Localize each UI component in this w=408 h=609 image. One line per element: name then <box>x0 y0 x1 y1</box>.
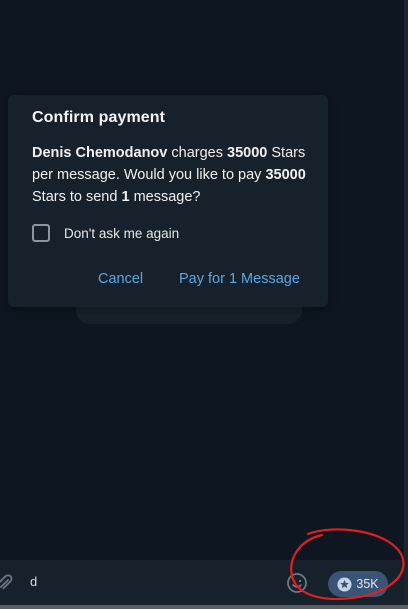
message-input[interactable]: d <box>30 574 37 589</box>
cancel-button[interactable]: Cancel <box>98 271 143 287</box>
message-text-part: Stars to send <box>32 189 122 205</box>
total-amount: 35000 <box>265 167 306 183</box>
payee-name: Denis Chemodanov <box>32 145 168 161</box>
price-per-message: 35000 <box>227 145 268 161</box>
confirm-payment-dialog: Confirm payment Denis Chemodanov charges… <box>8 95 328 307</box>
dont-ask-again-label: Don't ask me again <box>64 225 180 241</box>
dont-ask-again-checkbox[interactable] <box>32 224 50 242</box>
dialog-message: Denis Chemodanov charges 35000 Stars per… <box>32 142 317 208</box>
window-edge <box>404 0 408 609</box>
message-text-part: charges <box>167 145 228 161</box>
message-count: 1 <box>121 189 130 205</box>
paperclip-icon[interactable] <box>0 573 14 593</box>
message-text-part: message? <box>129 189 201 205</box>
red-circle-annotation <box>290 528 405 601</box>
dont-ask-again-row[interactable]: Don't ask me again <box>32 224 179 242</box>
dialog-title: Confirm payment <box>32 109 166 126</box>
pay-button[interactable]: Pay for 1 Message <box>179 271 300 287</box>
